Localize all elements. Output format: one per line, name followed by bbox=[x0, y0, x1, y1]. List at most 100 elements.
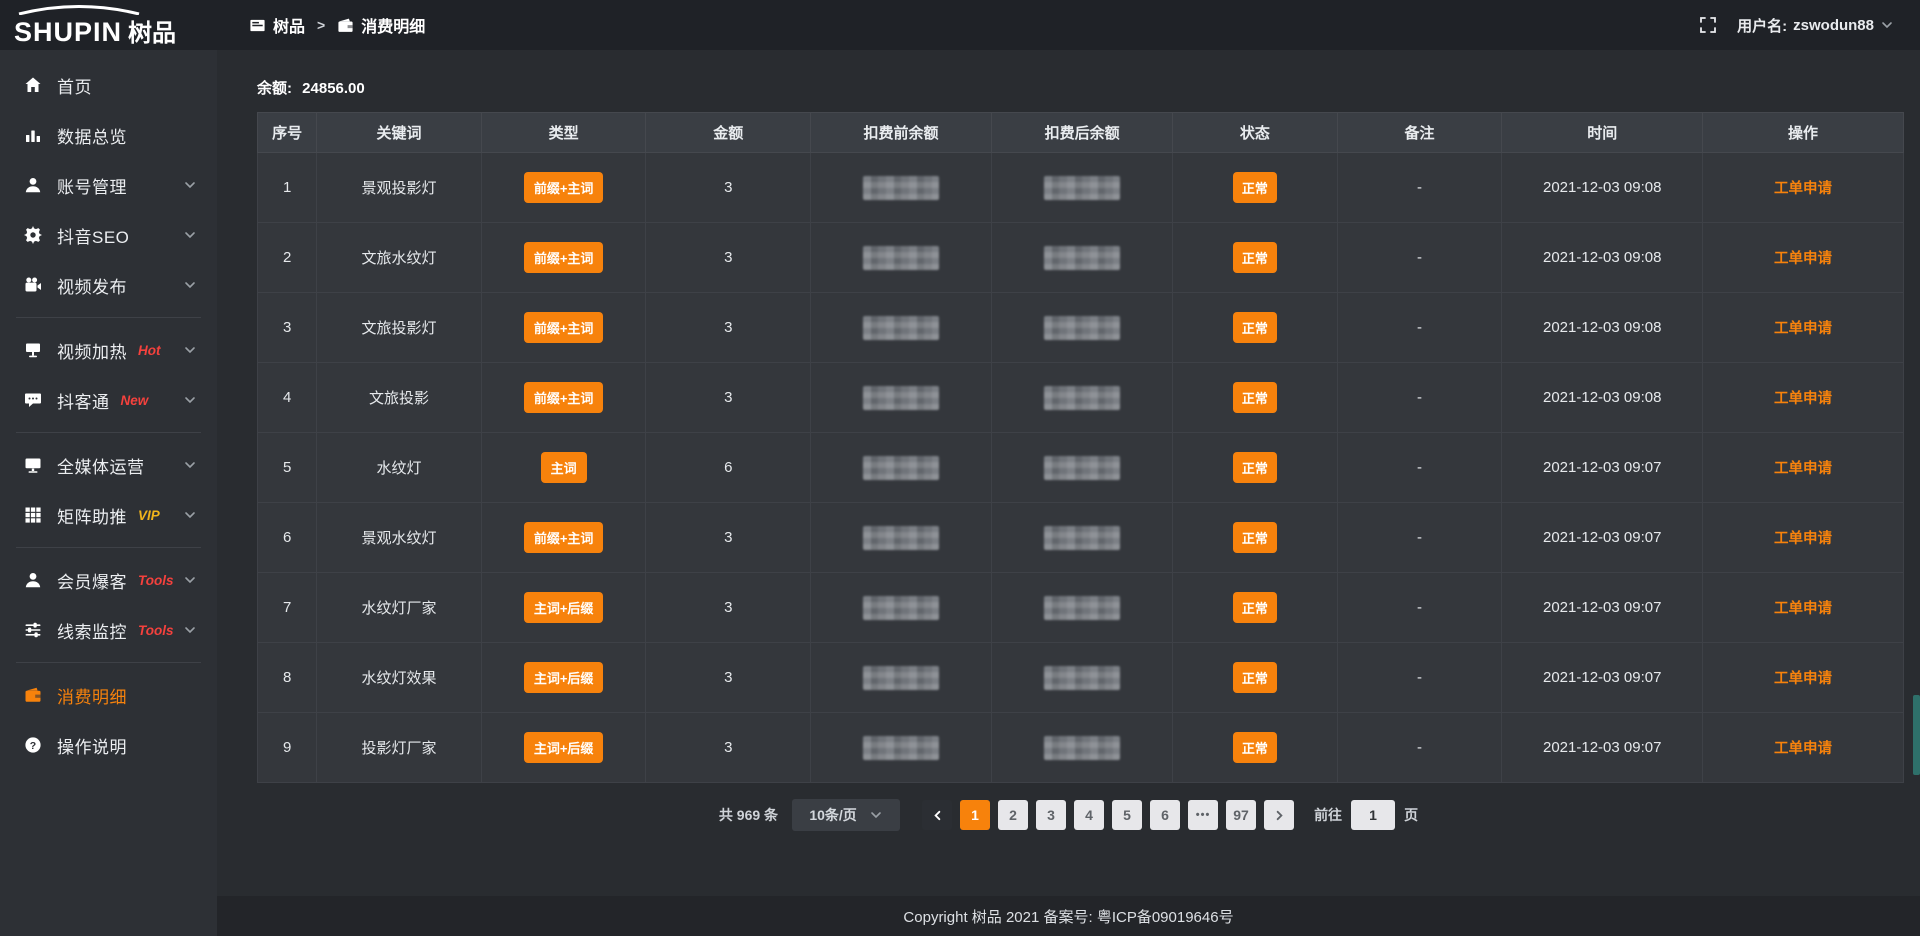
keyword-cell: 水纹灯 bbox=[317, 433, 482, 503]
screen-icon bbox=[24, 341, 42, 359]
scrollbar-thumb[interactable] bbox=[1913, 695, 1920, 775]
type-cell: 主词+后缀 bbox=[481, 713, 646, 783]
pre-balance-cell bbox=[811, 223, 992, 293]
goto-page: 前往 页 bbox=[1314, 800, 1418, 830]
time-cell: 2021-12-03 09:08 bbox=[1502, 223, 1703, 293]
type-cell: 前缀+主词 bbox=[481, 223, 646, 293]
amount-cell: 3 bbox=[646, 363, 811, 433]
status-badge: 正常 bbox=[1233, 242, 1277, 273]
sidebar-item[interactable]: 视频加热Hot bbox=[0, 325, 217, 375]
sidebar-item[interactable]: 视频发布 bbox=[0, 260, 217, 310]
status-cell: 正常 bbox=[1173, 293, 1338, 363]
action-link[interactable]: 工单申请 bbox=[1774, 251, 1832, 267]
action-link[interactable]: 工单申请 bbox=[1774, 181, 1832, 197]
action-cell: 工单申请 bbox=[1703, 363, 1904, 433]
breadcrumb-separator: > bbox=[317, 17, 325, 33]
row-seq: 6 bbox=[258, 503, 317, 573]
chevron-down-icon bbox=[869, 808, 883, 822]
page-number-button[interactable]: 2 bbox=[998, 800, 1028, 830]
action-link[interactable]: 工单申请 bbox=[1774, 531, 1832, 547]
member-icon bbox=[24, 571, 42, 589]
sidebar-item[interactable]: 全媒体运营 bbox=[0, 440, 217, 490]
time-cell: 2021-12-03 09:07 bbox=[1502, 433, 1703, 503]
menu-divider bbox=[16, 317, 201, 318]
pre-balance-cell bbox=[811, 153, 992, 223]
post-balance-cell bbox=[992, 293, 1173, 363]
page-number-button[interactable]: 5 bbox=[1112, 800, 1142, 830]
chevron-down-icon bbox=[1880, 18, 1894, 32]
sidebar-item[interactable]: 线索监控Tools bbox=[0, 605, 217, 655]
action-link[interactable]: 工单申请 bbox=[1774, 461, 1832, 477]
sidebar-item-label: 会员爆客 bbox=[57, 568, 127, 593]
time-cell: 2021-12-03 09:08 bbox=[1502, 293, 1703, 363]
page-number-button[interactable]: 4 bbox=[1074, 800, 1104, 830]
sidebar-item[interactable]: 会员爆客Tools bbox=[0, 555, 217, 605]
sidebar-item[interactable]: 抖音SEO bbox=[0, 210, 217, 260]
action-link[interactable]: 工单申请 bbox=[1774, 391, 1832, 407]
user-menu[interactable]: 用户名: zswodun88 bbox=[1737, 15, 1894, 36]
chevron-down-icon bbox=[183, 228, 197, 242]
page-number-button[interactable]: 97 bbox=[1226, 800, 1256, 830]
remark-cell: - bbox=[1337, 713, 1502, 783]
post-balance-cell bbox=[992, 713, 1173, 783]
page-size-select[interactable]: 10条/页 bbox=[792, 799, 900, 831]
post-balance-blur bbox=[1044, 596, 1120, 620]
action-link[interactable]: 工单申请 bbox=[1774, 741, 1832, 757]
question-icon: ? bbox=[24, 736, 42, 754]
page-number-button[interactable]: 6 bbox=[1150, 800, 1180, 830]
table-row: 2文旅水纹灯前缀+主词3正常-2021-12-03 09:08工单申请 bbox=[258, 223, 1904, 293]
pre-balance-blur bbox=[863, 526, 939, 550]
page-number-button[interactable]: 3 bbox=[1036, 800, 1066, 830]
sidebar-item[interactable]: 首页 bbox=[0, 60, 217, 110]
chevron-left-icon bbox=[931, 809, 944, 822]
table-header-cell: 扣费后余额 bbox=[992, 113, 1173, 153]
action-link[interactable]: 工单申请 bbox=[1774, 601, 1832, 617]
chevron-down-icon bbox=[183, 623, 197, 637]
page-ellipsis-button[interactable]: ••• bbox=[1188, 800, 1218, 830]
action-link[interactable]: 工单申请 bbox=[1774, 671, 1832, 687]
sidebar-item[interactable]: 账号管理 bbox=[0, 160, 217, 210]
next-page-button[interactable] bbox=[1264, 800, 1294, 830]
username-value: zswodun88 bbox=[1793, 17, 1874, 34]
sidebar-item-label: 抖客通 bbox=[57, 388, 110, 413]
fullscreen-icon[interactable] bbox=[1699, 16, 1717, 34]
post-balance-blur bbox=[1044, 176, 1120, 200]
breadcrumb-item-current[interactable]: 消费明细 bbox=[337, 13, 425, 37]
remark-cell: - bbox=[1337, 153, 1502, 223]
action-link[interactable]: 工单申请 bbox=[1774, 321, 1832, 337]
row-seq: 1 bbox=[258, 153, 317, 223]
pre-balance-cell bbox=[811, 363, 992, 433]
sidebar-item-label: 操作说明 bbox=[57, 733, 127, 758]
sidebar-item[interactable]: 矩阵助推VIP bbox=[0, 490, 217, 540]
sidebar-item-label: 账号管理 bbox=[57, 173, 127, 198]
table-row: 3文旅投影灯前缀+主词3正常-2021-12-03 09:08工单申请 bbox=[258, 293, 1904, 363]
sidebar-item[interactable]: 数据总览 bbox=[0, 110, 217, 160]
table-header-cell: 状态 bbox=[1173, 113, 1338, 153]
pre-balance-cell bbox=[811, 503, 992, 573]
pre-balance-blur bbox=[863, 666, 939, 690]
breadcrumb-item-home[interactable]: 树品 bbox=[249, 13, 305, 37]
post-balance-cell bbox=[992, 223, 1173, 293]
goto-page-input[interactable] bbox=[1351, 800, 1395, 830]
pre-balance-blur bbox=[863, 246, 939, 270]
remark-cell: - bbox=[1337, 643, 1502, 713]
amount-cell: 3 bbox=[646, 223, 811, 293]
table-row: 9投影灯厂家主词+后缀3正常-2021-12-03 09:07工单申请 bbox=[258, 713, 1904, 783]
type-badge: 前缀+主词 bbox=[524, 242, 604, 273]
type-badge: 主词+后缀 bbox=[524, 662, 604, 693]
post-balance-cell bbox=[992, 573, 1173, 643]
sidebar-item[interactable]: ? 操作说明 bbox=[0, 720, 217, 770]
post-balance-cell bbox=[992, 503, 1173, 573]
remark-cell: - bbox=[1337, 363, 1502, 433]
sidebar-menu: 首页数据总览账号管理抖音SEO视频发布视频加热Hot抖客通New 全媒体运营矩阵助… bbox=[0, 50, 217, 936]
page-number-button[interactable]: 1 bbox=[960, 800, 990, 830]
amount-cell: 3 bbox=[646, 573, 811, 643]
app-logo[interactable]: SHUPIN 树品 bbox=[0, 2, 217, 48]
sidebar-item[interactable]: 抖客通New bbox=[0, 375, 217, 425]
prev-page-button[interactable] bbox=[922, 800, 952, 830]
chat-icon bbox=[24, 391, 42, 409]
table-header-cell: 备注 bbox=[1337, 113, 1502, 153]
post-balance-cell bbox=[992, 643, 1173, 713]
sidebar-item[interactable]: 消费明细 bbox=[0, 670, 217, 720]
goto-unit: 页 bbox=[1404, 805, 1418, 825]
